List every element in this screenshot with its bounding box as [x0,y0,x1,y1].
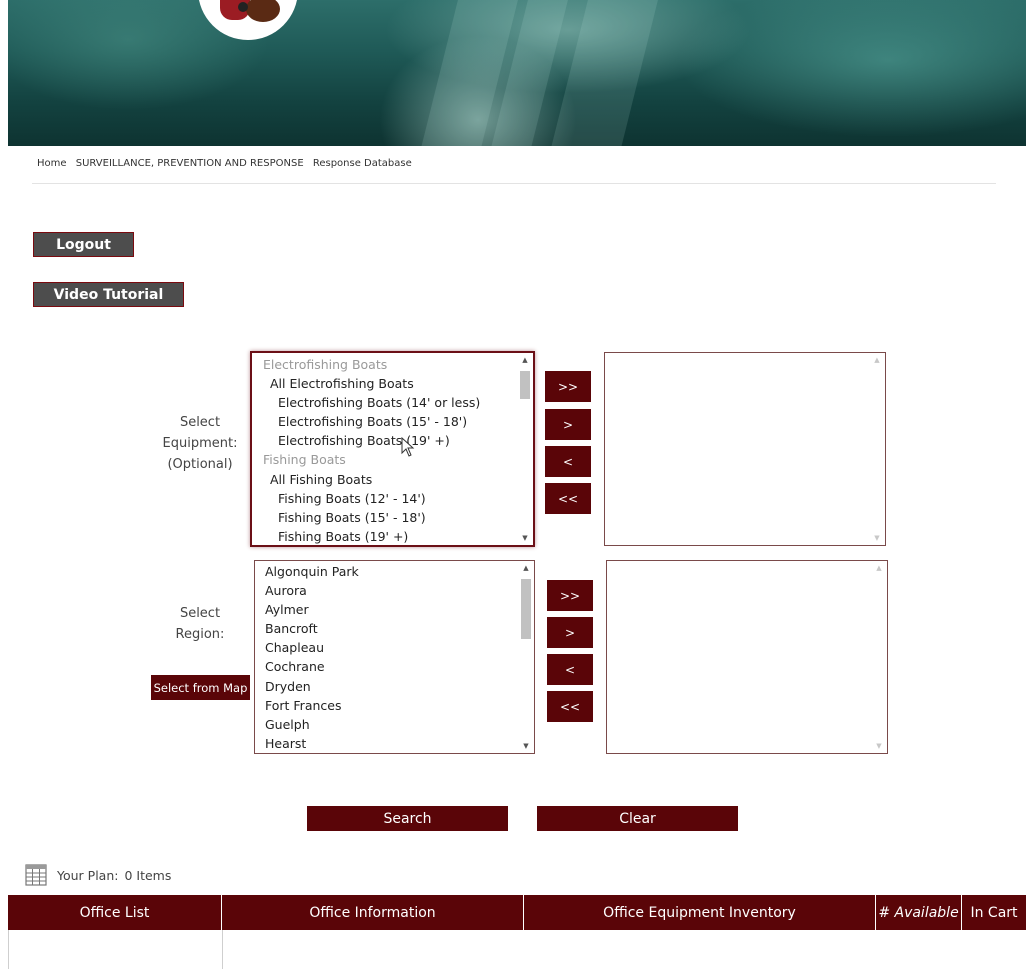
equipment-listbox[interactable]: Electrofishing Boats All Electrofishing B… [250,351,535,547]
results-table-header: Office List Office Information Office Eq… [8,895,1026,930]
equipment-option-group: Fishing Boats [263,452,346,468]
plan-label: Your Plan: [57,867,119,883]
column-office-equipment-inventory: Office Equipment Inventory [524,895,876,930]
region-option[interactable]: Fort Frances [255,696,518,715]
your-plan[interactable]: Your Plan: 0 Items [25,863,171,887]
plan-count: 0 Items [124,867,172,883]
equipment-option[interactable]: Electrofishing Boats (15' - 18') [252,412,517,431]
equipment-option[interactable]: Electrofishing Boats (19' +) [252,431,517,450]
breadcrumb-response-database[interactable]: Response Database [313,158,412,169]
equipment-option[interactable]: Fishing Boats (15' - 18') [252,508,517,527]
mouse-cursor-icon [401,437,415,457]
equipment-remove-all-button[interactable]: << [545,483,591,514]
column-in-cart: In Cart [970,904,1018,921]
region-remove-button[interactable]: < [547,654,593,685]
select-from-map-button[interactable]: Select from Map [151,675,250,700]
column-office-list: Office List [8,895,222,930]
region-option[interactable]: Aurora [255,581,518,600]
region-option[interactable]: Cochrane [255,657,518,676]
region-option[interactable]: Hearst [255,734,518,753]
equipment-option[interactable]: Fishing Boats (12' - 14') [252,489,517,508]
selected-equipment-scrollbar: ▲ ▼ [869,353,885,545]
table-border-left [8,930,9,969]
region-listbox[interactable]: Algonquin Park Aurora Aylmer Bancroft Chaple… [254,560,535,754]
column-available: # Available [876,895,962,930]
selected-equipment-listbox[interactable]: ▲ ▼ [604,352,886,546]
equipment-add-button[interactable]: > [545,409,591,440]
region-remove-all-button[interactable]: << [547,691,593,722]
selected-region-listbox[interactable]: ▲ ▼ [606,560,888,754]
video-tutorial-button[interactable]: Video Tutorial [33,282,184,307]
logo[interactable] [198,0,298,40]
header-banner [8,0,1026,146]
region-scrollbar[interactable]: ▲ ▼ [518,561,534,753]
clear-button[interactable]: Clear [537,806,738,831]
breadcrumb-home[interactable]: Home [37,158,67,169]
equipment-option[interactable]: Electrofishing Boats (14' or less) [252,393,517,412]
equipment-option[interactable]: All Electrofishing Boats [252,374,517,393]
divider [32,183,996,184]
region-option[interactable]: Bancroft [255,619,518,638]
equipment-add-all-button[interactable]: >> [545,371,591,402]
equipment-option-group: Electrofishing Boats [263,357,388,372]
equipment-scrollbar[interactable]: ▲ ▼ [517,353,533,545]
breadcrumb-surveillance[interactable]: SURVEILLANCE, PREVENTION AND RESPONSE [76,158,304,169]
equipment-option[interactable]: Fishing Boats (19' +) [252,527,517,545]
region-add-all-button[interactable]: >> [547,580,593,611]
equipment-label: Select Equipment: (Optional) [162,415,238,472]
table-column-divider [222,930,223,969]
selected-region-scrollbar: ▲ ▼ [871,561,887,753]
region-option[interactable]: Aylmer [255,600,518,619]
search-button[interactable]: Search [307,806,508,831]
region-option[interactable]: Algonquin Park [255,562,518,581]
region-label: Select Region: [175,606,225,642]
column-office-information: Office Information [222,895,524,930]
breadcrumb: Home SURVEILLANCE, PREVENTION AND RESPON… [37,158,418,169]
region-option[interactable]: Chapleau [255,638,518,657]
equipment-option[interactable]: All Fishing Boats [252,470,517,489]
region-add-button[interactable]: > [547,617,593,648]
region-option[interactable]: Dryden [255,677,518,696]
logout-button[interactable]: Logout [33,232,134,257]
region-option[interactable]: Guelph [255,715,518,734]
equipment-remove-button[interactable]: < [545,446,591,477]
table-grid-icon [25,864,47,886]
